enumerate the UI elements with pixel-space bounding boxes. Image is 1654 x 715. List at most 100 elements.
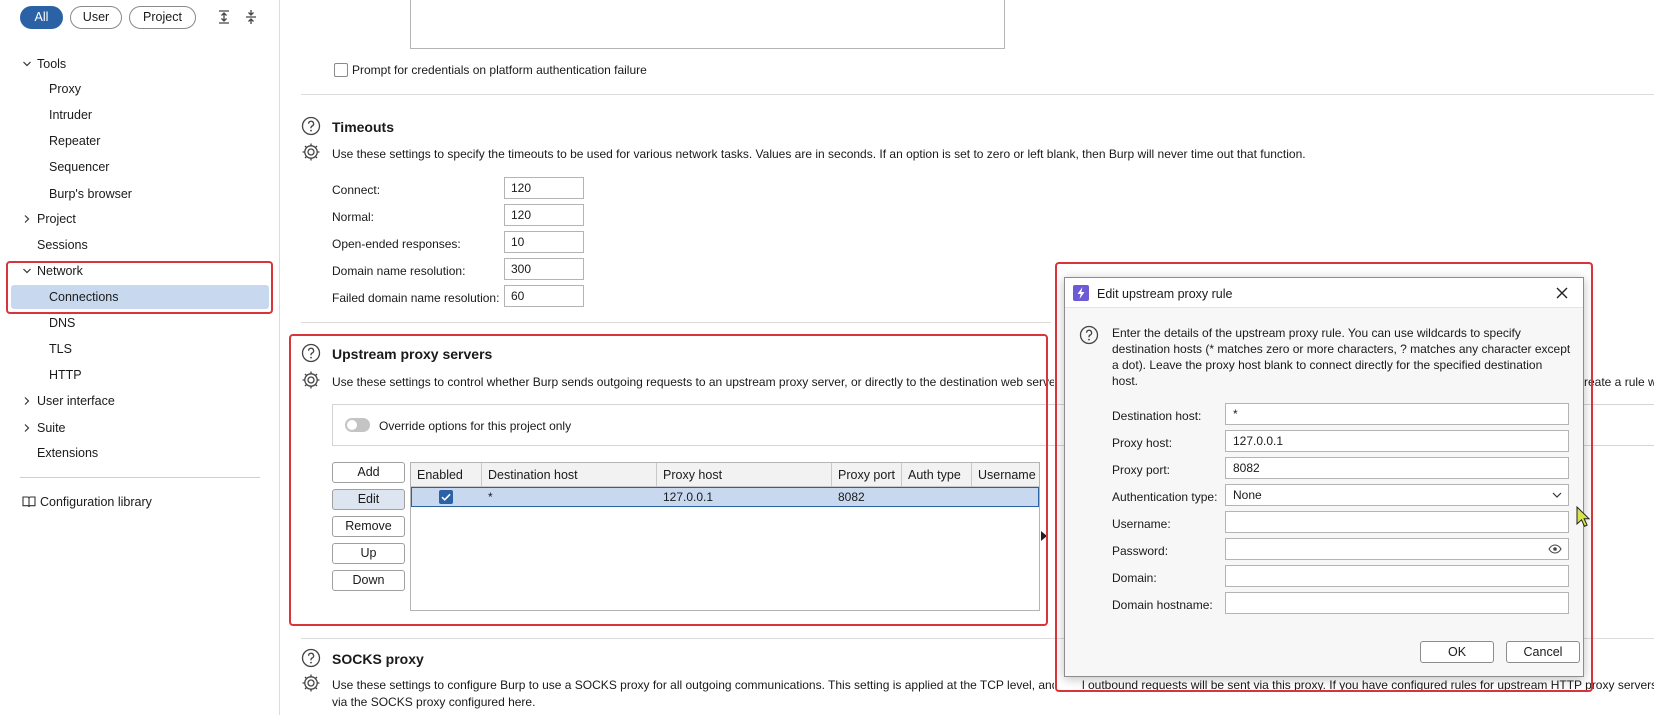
domain-input[interactable] [1225, 565, 1569, 587]
proxy-host-input[interactable]: 127.0.0.1 [1225, 430, 1569, 452]
help-icon [1079, 325, 1099, 345]
timeout-failed-dns-label: Failed domain name resolution: [332, 291, 500, 305]
password-label: Password: [1112, 544, 1169, 558]
tree-item-connections[interactable]: Connections [49, 285, 119, 309]
destination-host-label: Destination host: [1112, 409, 1202, 423]
gear-icon[interactable] [301, 142, 321, 162]
chevron-down-icon[interactable] [22, 266, 32, 276]
expand-all-icon[interactable] [215, 8, 233, 26]
timeout-normal-label: Normal: [332, 210, 375, 224]
gear-icon[interactable] [301, 673, 321, 693]
domain-hostname-input[interactable] [1225, 592, 1569, 614]
rule-enabled-checkbox[interactable] [439, 490, 453, 504]
help-icon[interactable] [301, 116, 321, 136]
column-header-username[interactable]: Username [972, 463, 1039, 487]
move-down-button[interactable]: Down [332, 570, 405, 591]
column-header-proxy-port[interactable]: Proxy port [832, 463, 902, 487]
socks-description-line2: via the SOCKS proxy configured here. [332, 695, 536, 709]
socks-description-continued: l outbound requests will be sent via thi… [1082, 678, 1654, 692]
edit-upstream-proxy-rule-dialog: Edit upstream proxy rule Enter the detai… [1064, 277, 1584, 677]
column-header-enabled[interactable]: Enabled [411, 463, 482, 487]
timeout-open-ended-input[interactable]: 10 [504, 231, 584, 253]
toggle-knob [347, 420, 357, 430]
tree-item-extensions[interactable]: Extensions [37, 441, 98, 465]
domain-label: Domain: [1112, 571, 1157, 585]
dialog-info-line: Enter the details of the upstream proxy … [1112, 326, 1521, 340]
chevron-right-icon[interactable] [22, 423, 32, 433]
timeout-dns-input[interactable]: 300 [504, 258, 584, 280]
override-toggle[interactable] [345, 418, 370, 432]
cell-auth-type [902, 487, 908, 507]
upstream-description-continued: reate a rule wi [1584, 375, 1654, 389]
section-divider [301, 94, 1654, 95]
filter-all-button[interactable]: All [20, 6, 63, 29]
socks-title: SOCKS proxy [332, 651, 424, 667]
filter-project-button[interactable]: Project [129, 6, 196, 29]
filter-user-button[interactable]: User [70, 6, 122, 29]
cell-destination-host: * [488, 490, 493, 504]
proxy-port-input[interactable]: 8082 [1225, 457, 1569, 479]
chevron-right-icon[interactable] [22, 396, 32, 406]
authentication-type-select[interactable]: None [1225, 484, 1569, 506]
platform-auth-table[interactable] [410, 0, 1005, 49]
socks-description: Use these settings to configure Burp to … [332, 678, 1054, 692]
tree-item-burps-browser[interactable]: Burp's browser [49, 182, 132, 206]
gear-icon[interactable] [301, 370, 321, 390]
help-icon[interactable] [301, 343, 321, 363]
remove-rule-button[interactable]: Remove [332, 516, 405, 537]
timeout-failed-dns-input[interactable]: 60 [504, 285, 584, 307]
tree-item-proxy[interactable]: Proxy [49, 77, 81, 101]
tree-item-tls[interactable]: TLS [49, 337, 72, 361]
column-header-proxy-host[interactable]: Proxy host [657, 463, 832, 487]
domain-hostname-label: Domain hostname: [1112, 598, 1213, 612]
tree-item-user-interface[interactable]: User interface [37, 389, 115, 413]
chevron-down-icon[interactable] [22, 59, 32, 69]
table-row[interactable] [411, 487, 1039, 507]
resize-arrow-icon [1041, 531, 1047, 541]
configuration-library-link[interactable]: Configuration library [40, 490, 152, 514]
destination-host-input[interactable]: * [1225, 403, 1569, 425]
proxy-port-label: Proxy port: [1112, 463, 1171, 477]
tree-item-tools[interactable]: Tools [37, 52, 66, 76]
timeout-normal-input[interactable]: 120 [504, 204, 584, 226]
collapse-all-icon[interactable] [242, 8, 260, 26]
ok-button[interactable]: OK [1420, 641, 1494, 663]
settings-sidebar: All User Project Tools Proxy Intruder Re… [0, 0, 280, 715]
tree-item-sessions[interactable]: Sessions [37, 233, 88, 257]
timeouts-title: Timeouts [332, 119, 394, 135]
column-header-destination-host[interactable]: Destination host [482, 463, 657, 487]
tree-item-dns[interactable]: DNS [49, 311, 75, 335]
edit-rule-button[interactable]: Edit [332, 489, 405, 510]
timeout-dns-label: Domain name resolution: [332, 264, 466, 278]
column-header-auth-type[interactable]: Auth type [902, 463, 972, 487]
override-label: Override options for this project only [379, 419, 572, 433]
tree-item-project[interactable]: Project [37, 207, 76, 231]
burp-logo-icon [1073, 285, 1089, 301]
tree-item-http[interactable]: HTTP [49, 363, 82, 387]
authentication-type-value: None [1233, 488, 1262, 502]
close-icon[interactable] [1555, 286, 1569, 300]
username-input[interactable] [1225, 511, 1569, 533]
dialog-info-line: a dot). Leave the proxy host blank to co… [1112, 358, 1543, 372]
tree-item-network[interactable]: Network [37, 259, 83, 283]
tree-item-sequencer[interactable]: Sequencer [49, 155, 109, 179]
timeout-connect-input[interactable]: 120 [504, 177, 584, 199]
eye-icon[interactable] [1548, 544, 1562, 554]
section-divider [301, 322, 1051, 323]
dialog-info-line: host. [1112, 374, 1139, 388]
password-input[interactable] [1225, 538, 1569, 560]
chevron-down-icon [1552, 492, 1562, 498]
add-rule-button[interactable]: Add [332, 462, 405, 483]
upstream-title: Upstream proxy servers [332, 346, 493, 362]
tree-item-repeater[interactable]: Repeater [49, 129, 100, 153]
dialog-title: Edit upstream proxy rule [1097, 287, 1233, 301]
help-icon[interactable] [301, 648, 321, 668]
cancel-button[interactable]: Cancel [1506, 641, 1580, 663]
chevron-right-icon[interactable] [22, 214, 32, 224]
proxy-host-label: Proxy host: [1112, 436, 1173, 450]
move-up-button[interactable]: Up [332, 543, 405, 564]
tree-item-intruder[interactable]: Intruder [49, 103, 92, 127]
tree-item-suite[interactable]: Suite [37, 416, 66, 440]
cell-proxy-port: 8082 [838, 490, 865, 504]
prompt-credentials-checkbox[interactable] [334, 63, 348, 77]
